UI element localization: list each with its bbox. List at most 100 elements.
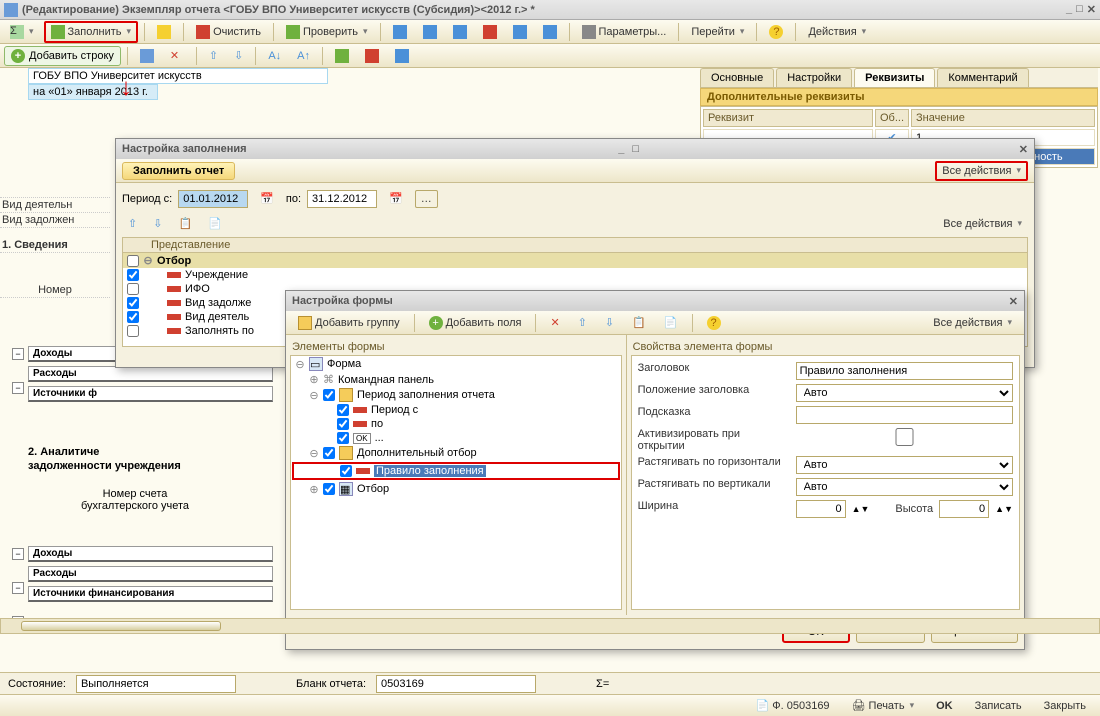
dlg2-close[interactable]: ✕ bbox=[1009, 295, 1018, 308]
ok-status[interactable]: OK bbox=[930, 697, 959, 715]
chk-3[interactable] bbox=[127, 311, 139, 323]
add-group-btn[interactable]: Добавить группу bbox=[292, 313, 406, 333]
tree-ps[interactable]: Период с bbox=[371, 404, 418, 416]
nav-down[interactable]: ⇩ bbox=[147, 214, 168, 233]
collapse-btn[interactable]: − bbox=[12, 348, 24, 360]
collapse-btn[interactable]: − bbox=[12, 582, 24, 594]
dlg1-close[interactable]: ✕ bbox=[1019, 143, 1028, 156]
sort-az-button[interactable]: A↓ bbox=[262, 47, 287, 65]
check-button[interactable]: Проверить▾ bbox=[280, 22, 374, 42]
tab-rekv[interactable]: Реквизиты bbox=[854, 68, 935, 87]
paste2[interactable]: 📄 bbox=[202, 214, 228, 233]
chk-pravilo[interactable] bbox=[340, 465, 352, 477]
close-status[interactable]: Закрыть bbox=[1038, 697, 1092, 715]
sel-rasth[interactable]: Авто bbox=[796, 456, 1013, 474]
fill-report-button[interactable]: Заполнить отчет bbox=[122, 162, 235, 180]
chk-ok[interactable] bbox=[337, 432, 349, 444]
item-3[interactable]: Вид деятель bbox=[185, 311, 249, 323]
copy2[interactable]: 📋 bbox=[172, 214, 198, 233]
copy-btn[interactable]: 📋 bbox=[626, 313, 652, 332]
print-button[interactable]: 🖨 Печать▾ bbox=[846, 696, 921, 715]
up-arrow-button[interactable]: ⇧ bbox=[203, 46, 224, 65]
tab-nastr[interactable]: Настройки bbox=[776, 68, 852, 87]
down-arrow-button[interactable]: ⇩ bbox=[228, 46, 249, 65]
actions-button[interactable]: Действия▾ bbox=[802, 23, 872, 41]
date-to-input[interactable] bbox=[307, 190, 377, 208]
up-btn[interactable]: ⇧ bbox=[572, 313, 593, 332]
inp-blank[interactable] bbox=[376, 675, 536, 693]
clear-button[interactable]: Очистить bbox=[190, 22, 267, 42]
save-status[interactable]: Записать bbox=[969, 697, 1028, 715]
collapse-btn[interactable]: − bbox=[12, 548, 24, 560]
icon-btn-3[interactable] bbox=[447, 22, 473, 42]
chk-otbor2[interactable] bbox=[323, 483, 335, 495]
date-from-input[interactable] bbox=[178, 190, 248, 208]
chk-1[interactable] bbox=[127, 283, 139, 295]
inp-podskazka[interactable] bbox=[796, 406, 1013, 424]
tree-pp[interactable]: по bbox=[371, 418, 383, 430]
tab-komm[interactable]: Комментарий bbox=[937, 68, 1028, 87]
tree-otbor[interactable]: Отбор bbox=[357, 483, 389, 495]
sec-istoch[interactable]: Источники ф bbox=[28, 386, 273, 402]
sort-za-button[interactable]: A↑ bbox=[291, 47, 316, 65]
item-2[interactable]: Вид задолже bbox=[185, 297, 251, 309]
down-btn[interactable]: ⇩ bbox=[599, 313, 620, 332]
chk-ps[interactable] bbox=[337, 404, 349, 416]
dlg2-all-actions[interactable]: Все действия▾ bbox=[927, 314, 1018, 332]
cal-from-icon[interactable]: 📅 bbox=[254, 189, 280, 208]
del-red-button[interactable]: ✕ bbox=[164, 46, 190, 66]
copy-button[interactable] bbox=[134, 46, 160, 66]
chk-dop[interactable] bbox=[323, 447, 335, 459]
inp-sost[interactable] bbox=[76, 675, 236, 693]
chk-period[interactable] bbox=[323, 389, 335, 401]
tree-ok[interactable]: ... bbox=[375, 432, 384, 444]
h-scrollbar[interactable] bbox=[0, 618, 1100, 634]
add-row-button[interactable]: +Добавить строку bbox=[4, 46, 121, 66]
paste-btn[interactable]: 📄 bbox=[658, 313, 684, 332]
item-0[interactable]: Учреждение bbox=[185, 269, 248, 281]
edit-button[interactable] bbox=[151, 22, 177, 42]
inp-vysota[interactable] bbox=[939, 500, 989, 518]
sec-dohody2[interactable]: Доходы bbox=[28, 546, 273, 562]
go-button[interactable]: Перейти▾ bbox=[685, 23, 750, 41]
tree-period[interactable]: Период заполнения отчета bbox=[357, 389, 495, 401]
help-btn[interactable]: ? bbox=[701, 313, 727, 333]
form-code[interactable]: 📄 Ф. 0503169 bbox=[750, 696, 836, 715]
minimize-button[interactable]: _ bbox=[1066, 3, 1072, 16]
list-button[interactable] bbox=[389, 46, 415, 66]
close-button[interactable]: ✕ bbox=[1087, 3, 1096, 16]
tree-form[interactable]: Форма bbox=[327, 358, 361, 370]
maximize-button[interactable]: □ bbox=[1076, 3, 1083, 16]
chk-aktiv[interactable] bbox=[796, 428, 1013, 446]
ellipsis-btn[interactable]: … bbox=[415, 190, 438, 208]
dlg1-all-actions[interactable]: Все действия▾ bbox=[935, 161, 1028, 181]
sec-rashody2[interactable]: Расходы bbox=[28, 566, 273, 582]
chk-2[interactable] bbox=[127, 297, 139, 309]
chk-4[interactable] bbox=[127, 325, 139, 337]
tree-cmd[interactable]: Командная панель bbox=[338, 374, 434, 386]
tree-pravilo[interactable]: Правило заполнения bbox=[374, 465, 486, 477]
icon-btn-4[interactable] bbox=[477, 22, 503, 42]
params-button[interactable]: Параметры... bbox=[576, 22, 673, 42]
chk-0[interactable] bbox=[127, 269, 139, 281]
add-field-btn[interactable]: +Добавить поля bbox=[423, 313, 528, 333]
icon-btn-1[interactable] bbox=[387, 22, 413, 42]
cal-to-icon[interactable]: 📅 bbox=[383, 189, 409, 208]
item-4[interactable]: Заполнять по bbox=[185, 325, 254, 337]
sec-rashody[interactable]: Расходы bbox=[28, 366, 273, 382]
item-otbor[interactable]: Отбор bbox=[157, 255, 191, 267]
del-btn[interactable]: ✕ bbox=[544, 313, 565, 332]
icon-btn-5[interactable] bbox=[507, 22, 533, 42]
icon-btn-6[interactable] bbox=[537, 22, 563, 42]
filter-button[interactable] bbox=[329, 46, 355, 66]
chk-pp[interactable] bbox=[337, 418, 349, 430]
dlg1-max[interactable]: □ bbox=[632, 143, 639, 155]
fill-button[interactable]: Заполнить▾ bbox=[44, 21, 139, 43]
sec-istoch2[interactable]: Источники финансирования bbox=[28, 586, 273, 602]
collapse-btn[interactable]: − bbox=[12, 382, 24, 394]
inp-shirina[interactable] bbox=[796, 500, 846, 518]
item-1[interactable]: ИФО bbox=[185, 283, 210, 295]
dlg1-min[interactable]: _ bbox=[618, 143, 624, 155]
sel-rastv[interactable]: Авто bbox=[796, 478, 1013, 496]
tree-dop[interactable]: Дополнительный отбор bbox=[357, 447, 477, 459]
